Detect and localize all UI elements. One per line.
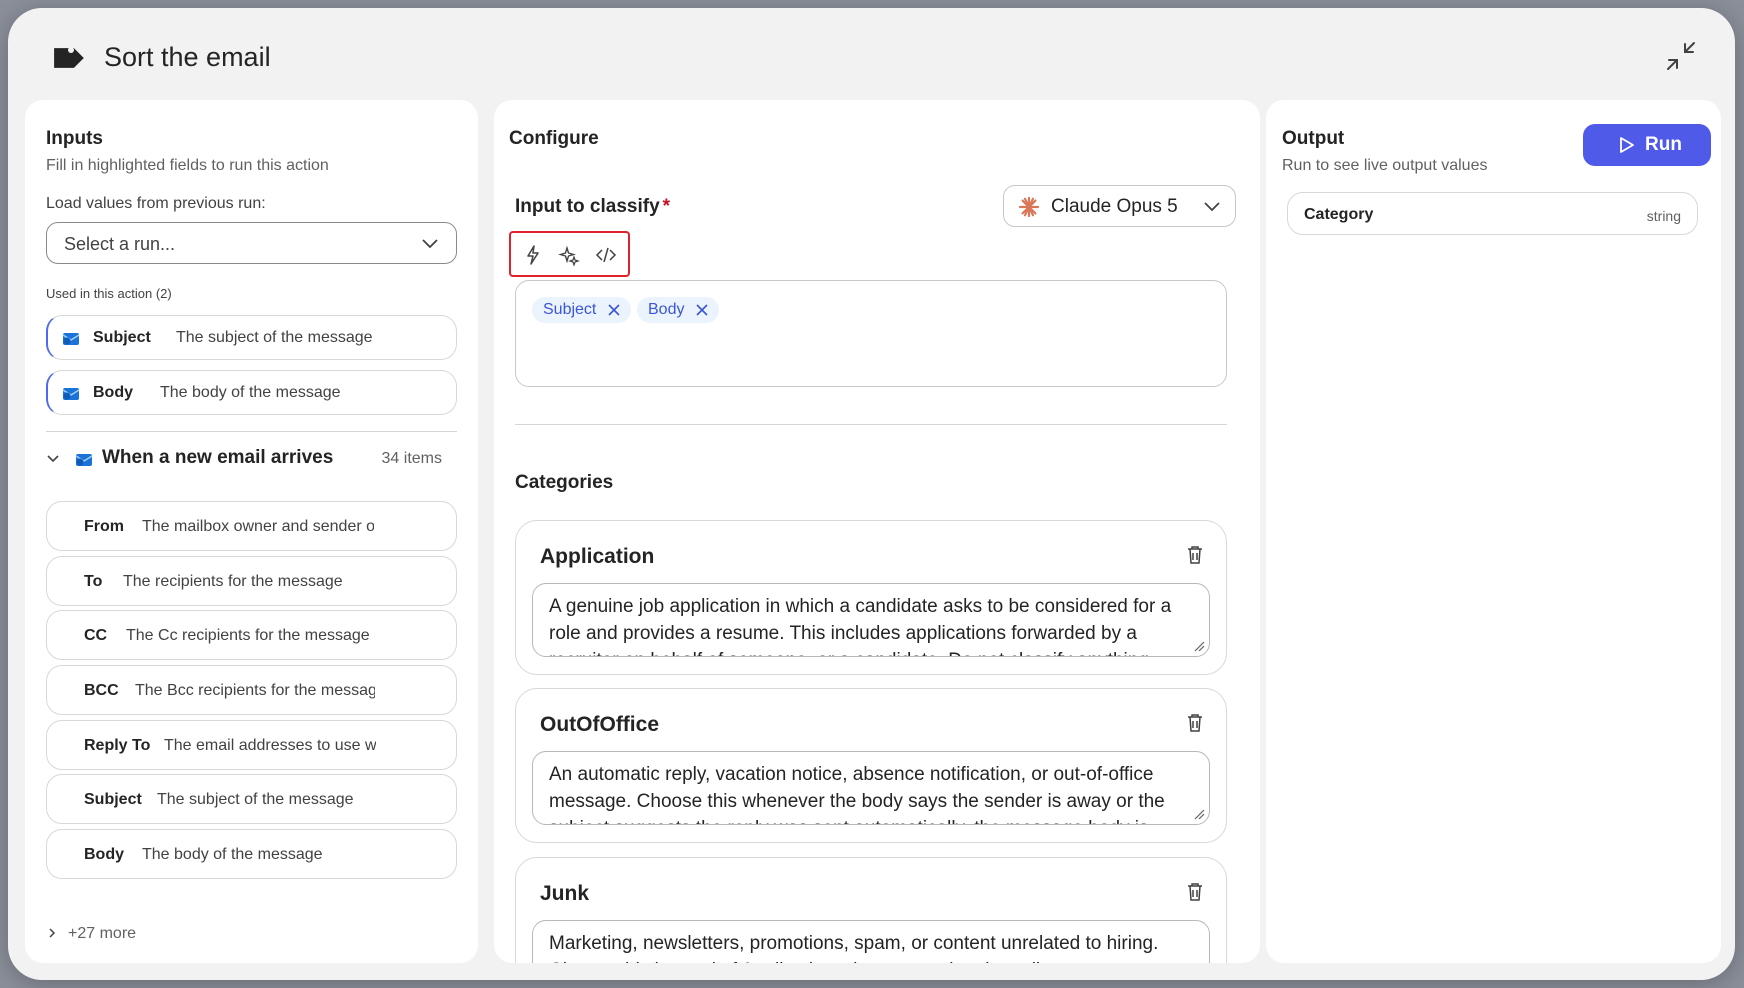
more-count: +27 more [68,925,137,942]
chevron-right-icon [49,928,56,938]
model-dropdown[interactable]: Claude Opus 5 [1003,185,1236,227]
trigger-field-subject[interactable]: Subject The subject of the message [46,774,457,824]
category-description: Marketing, newsletters, promotions, spam… [549,933,1187,963]
output-field-type: string [1646,208,1681,224]
trigger-field-bcc[interactable]: BCC The Bcc recipients for the messag [46,665,457,715]
model-name: Claude Opus 5 [1051,196,1178,217]
trigger-field-reply-to[interactable]: Reply To The email addresses to use w [46,720,457,770]
field-description: The Bcc recipients for the messag [135,682,375,699]
field-name: From [84,518,124,535]
output-field-category[interactable]: Category string [1287,192,1698,235]
trigger-group-toggle[interactable]: When a new email arrives 34 items [46,444,457,474]
field-description: The subject of the message [157,791,354,808]
category-card-junk: Junk Marketing, newsletters, promotions,… [515,857,1227,963]
category-description: An automatic reply, vacation notice, abs… [549,764,1165,824]
run-button[interactable]: Run [1583,124,1711,166]
dialog-title: Sort the email [104,42,271,72]
field-name: CC [84,627,108,644]
configure-title: Configure [509,128,599,149]
required-mark: * [662,196,671,217]
collapse-icon[interactable] [1663,38,1699,74]
sort-email-dialog: Sort the email Inputs Fill in highlighte… [8,8,1735,980]
category-name: OutOfOffice [540,713,659,736]
token-label: Subject [543,301,597,318]
trigger-field-to[interactable]: To The recipients for the message [46,556,457,606]
input-tokens-field[interactable]: Subject Body [515,280,1227,387]
field-name: Body [93,384,133,401]
play-icon [1620,137,1634,153]
field-description: The subject of the message [176,329,373,346]
outlook-icon [75,454,93,466]
input-to-classify-label: Input to classify * [515,196,670,218]
field-name: BCC [84,682,119,699]
category-description-input[interactable]: A genuine job application in which a can… [532,583,1210,657]
divider [515,424,1227,425]
inputs-subtitle: Fill in highlighted fields to run this a… [46,157,329,174]
run-label: Run [1645,134,1682,155]
chevron-down-icon [422,239,438,249]
category-name: Junk [540,882,590,905]
dialog-header: Sort the email [8,8,1735,100]
category-description: A genuine job application in which a can… [549,596,1172,656]
field-name: Subject [84,791,142,808]
category-description-input[interactable]: An automatic reply, vacation notice, abs… [532,751,1210,825]
field-description: The body of the message [142,846,323,863]
resize-handle-icon[interactable] [1193,640,1205,652]
field-description: The body of the message [160,384,341,401]
inputs-panel: Inputs Fill in highlighted fields to run… [25,100,478,963]
field-description: The Cc recipients for the message [126,627,370,644]
used-field-subject[interactable]: Subject The subject of the message [46,315,457,360]
category-name: Application [540,545,655,568]
inputs-title: Inputs [46,128,103,149]
field-name: Subject [93,329,151,346]
input-mode-toolbar [509,231,630,277]
select-run-placeholder: Select a run... [64,234,176,254]
output-field-name: Category [1304,206,1374,223]
lightning-icon[interactable] [522,244,544,266]
category-card-application: Application A genuine job application in… [515,520,1227,675]
trigger-item-count: 34 items [381,450,442,467]
trash-icon[interactable] [1184,712,1206,734]
load-values-label: Load values from previous run: [46,195,266,212]
divider [46,431,457,432]
output-title: Output [1282,128,1345,149]
trigger-field-cc[interactable]: CC The Cc recipients for the message [46,610,457,660]
field-name: Body [84,846,124,863]
field-name: Reply To [84,737,151,754]
input-label-text: Input to classify [515,196,660,217]
trigger-name: When a new email arrives [102,447,334,468]
token-subject[interactable]: Subject [532,297,632,323]
outlook-icon [62,333,80,345]
chevron-down-icon [1204,202,1220,212]
field-name: To [84,573,103,590]
configure-panel: Configure Input to classify * Claude Opus… [494,100,1260,963]
field-description: The recipients for the message [123,573,343,590]
outlook-icon [62,388,80,400]
category-description-input[interactable]: Marketing, newsletters, promotions, spam… [532,920,1210,963]
trash-icon[interactable] [1184,881,1206,903]
trigger-field-body[interactable]: Body The body of the message [46,829,457,879]
trash-icon[interactable] [1184,544,1206,566]
output-panel: Output Run to see live output values Run… [1266,100,1721,963]
remove-token-icon[interactable] [608,304,620,316]
token-body[interactable]: Body [637,297,720,323]
sparkle-icon[interactable] [558,244,580,266]
used-in-action-label: Used in this action (2) [46,286,172,301]
field-description: The mailbox owner and sender o [142,518,374,535]
categories-title: Categories [515,472,614,493]
claude-logo-icon [1018,196,1040,218]
remove-token-icon[interactable] [696,304,709,316]
token-label: Body [648,301,685,318]
tag-icon [54,47,84,68]
category-card-outofoffice: OutOfOffice An automatic reply, vacation… [515,688,1227,843]
trigger-field-from[interactable]: From The mailbox owner and sender o [46,501,457,551]
used-field-body[interactable]: Body The body of the message [46,370,457,415]
select-run-dropdown[interactable]: Select a run... [46,222,457,264]
output-subtitle: Run to see live output values [1282,157,1488,174]
field-description: The email addresses to use w [164,737,376,754]
resize-handle-icon[interactable] [1193,808,1205,820]
chevron-down-icon [47,455,59,463]
code-icon[interactable] [595,244,617,266]
